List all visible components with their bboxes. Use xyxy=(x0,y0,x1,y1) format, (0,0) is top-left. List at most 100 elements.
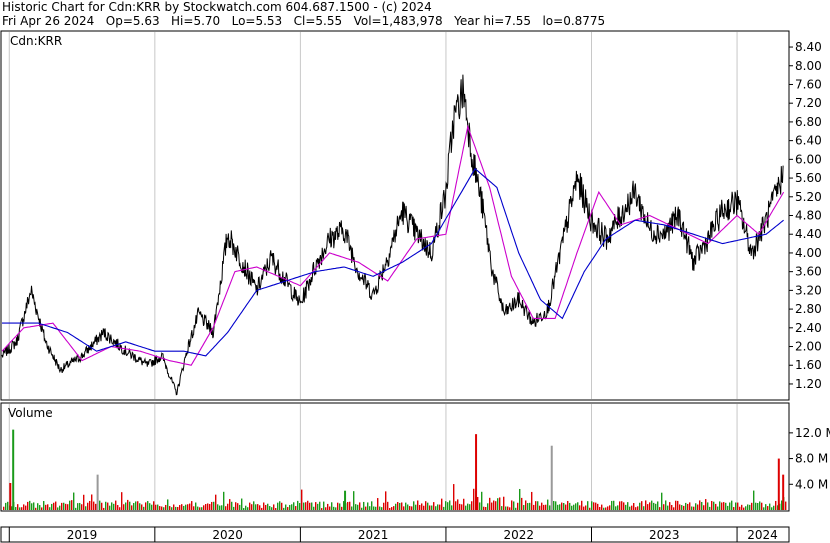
volume-bar xyxy=(737,502,739,510)
volume-bar xyxy=(177,506,179,510)
volume-bar xyxy=(339,503,341,510)
volume-bar xyxy=(641,501,643,510)
volume-bar xyxy=(571,505,573,510)
volume-bar xyxy=(599,506,601,510)
volume-bar xyxy=(711,500,713,510)
volume-bar xyxy=(291,504,293,510)
volume-bar xyxy=(509,507,511,510)
volume-bar xyxy=(59,505,61,510)
volume-bar xyxy=(181,504,183,510)
volume-bar xyxy=(113,503,115,510)
volume-bar xyxy=(547,499,549,510)
volume-bar xyxy=(305,502,307,510)
volume-bar xyxy=(79,502,81,510)
volume-bar xyxy=(203,505,205,510)
volume-bar xyxy=(529,502,531,510)
volume-bar xyxy=(211,501,213,510)
volume-bar xyxy=(667,505,669,510)
volume-bar xyxy=(277,502,279,510)
volume-bar xyxy=(487,503,489,510)
volume-bar xyxy=(15,507,17,510)
volume-bar xyxy=(45,504,47,510)
volume-bar xyxy=(215,494,217,510)
volume-bar xyxy=(229,499,231,510)
volume-bar xyxy=(37,503,39,510)
volume-bar xyxy=(337,502,339,510)
price-tick-label: 3.20 xyxy=(795,283,822,297)
volume-bar xyxy=(749,504,751,510)
volume-bar xyxy=(141,504,143,510)
volume-bar xyxy=(493,500,495,510)
volume-bar xyxy=(565,504,567,510)
volume-bar xyxy=(123,504,125,510)
volume-bar xyxy=(255,504,257,510)
volume-bar xyxy=(415,504,417,510)
volume-bar xyxy=(755,502,757,510)
volume-bar xyxy=(399,502,401,510)
price-tick-label: 8.40 xyxy=(795,40,822,54)
volume-bar xyxy=(481,491,483,510)
volume-bar xyxy=(101,502,103,510)
volume-bar xyxy=(435,506,437,510)
volume-bar xyxy=(437,504,439,510)
volume-bar xyxy=(425,501,427,510)
volume-bar xyxy=(183,505,185,510)
volume-bar xyxy=(485,507,487,510)
volume-spike-bar xyxy=(344,490,347,510)
volume-bar xyxy=(617,505,619,510)
volume-bar xyxy=(767,506,769,510)
volume-bar xyxy=(401,502,403,510)
volume-bar xyxy=(209,504,211,510)
volume-bar xyxy=(743,507,745,510)
volume-bar xyxy=(661,492,663,510)
volume-bar xyxy=(759,501,761,510)
year-label: 2023 xyxy=(649,528,680,542)
volume-bar xyxy=(561,502,563,510)
volume-bar xyxy=(731,500,733,510)
volume-bar xyxy=(741,504,743,510)
volume-bar xyxy=(591,501,593,510)
volume-bar xyxy=(577,502,579,510)
volume-bar xyxy=(99,500,101,510)
volume-bar xyxy=(383,502,385,510)
volume-bar xyxy=(109,505,111,510)
volume-bar xyxy=(381,507,383,510)
volume-axis-ticks: 12.0 M 8.0 M 4.0 M xyxy=(789,426,830,491)
volume-bar xyxy=(281,502,283,510)
volume-bar xyxy=(447,502,449,510)
volume-bar xyxy=(161,506,163,510)
price-tick-label: 1.20 xyxy=(795,377,822,391)
volume-bar xyxy=(105,501,107,510)
volume-bar xyxy=(355,504,357,510)
volume-bar xyxy=(221,505,223,510)
volume-bar xyxy=(251,504,253,510)
volume-bar xyxy=(491,502,493,510)
volume-bar xyxy=(7,501,9,510)
volume-bar xyxy=(431,505,433,510)
volume-spike-bar xyxy=(12,429,15,510)
volume-bar xyxy=(261,507,263,510)
volume-bar xyxy=(259,505,261,510)
volume-bar xyxy=(49,507,51,510)
volume-bar xyxy=(35,507,37,510)
volume-bar xyxy=(411,506,413,510)
volume-bar xyxy=(593,502,595,510)
volume-bar xyxy=(533,504,535,510)
volume-bar xyxy=(257,504,259,510)
volume-bar xyxy=(125,502,127,510)
volume-bar xyxy=(629,506,631,510)
volume-bar xyxy=(405,502,407,510)
volume-bar xyxy=(83,494,85,510)
volume-bar xyxy=(245,505,247,510)
volume-bar xyxy=(639,502,641,510)
volume-bar xyxy=(323,501,325,510)
volume-bar xyxy=(439,504,441,510)
volume-bar xyxy=(299,503,301,510)
volume-bar xyxy=(747,504,749,510)
volume-bar xyxy=(429,505,431,510)
volume-bar xyxy=(609,505,611,510)
volume-bar xyxy=(295,506,297,510)
volume-bar xyxy=(43,501,45,510)
volume-bar xyxy=(213,501,215,510)
volume-bar xyxy=(285,504,287,510)
